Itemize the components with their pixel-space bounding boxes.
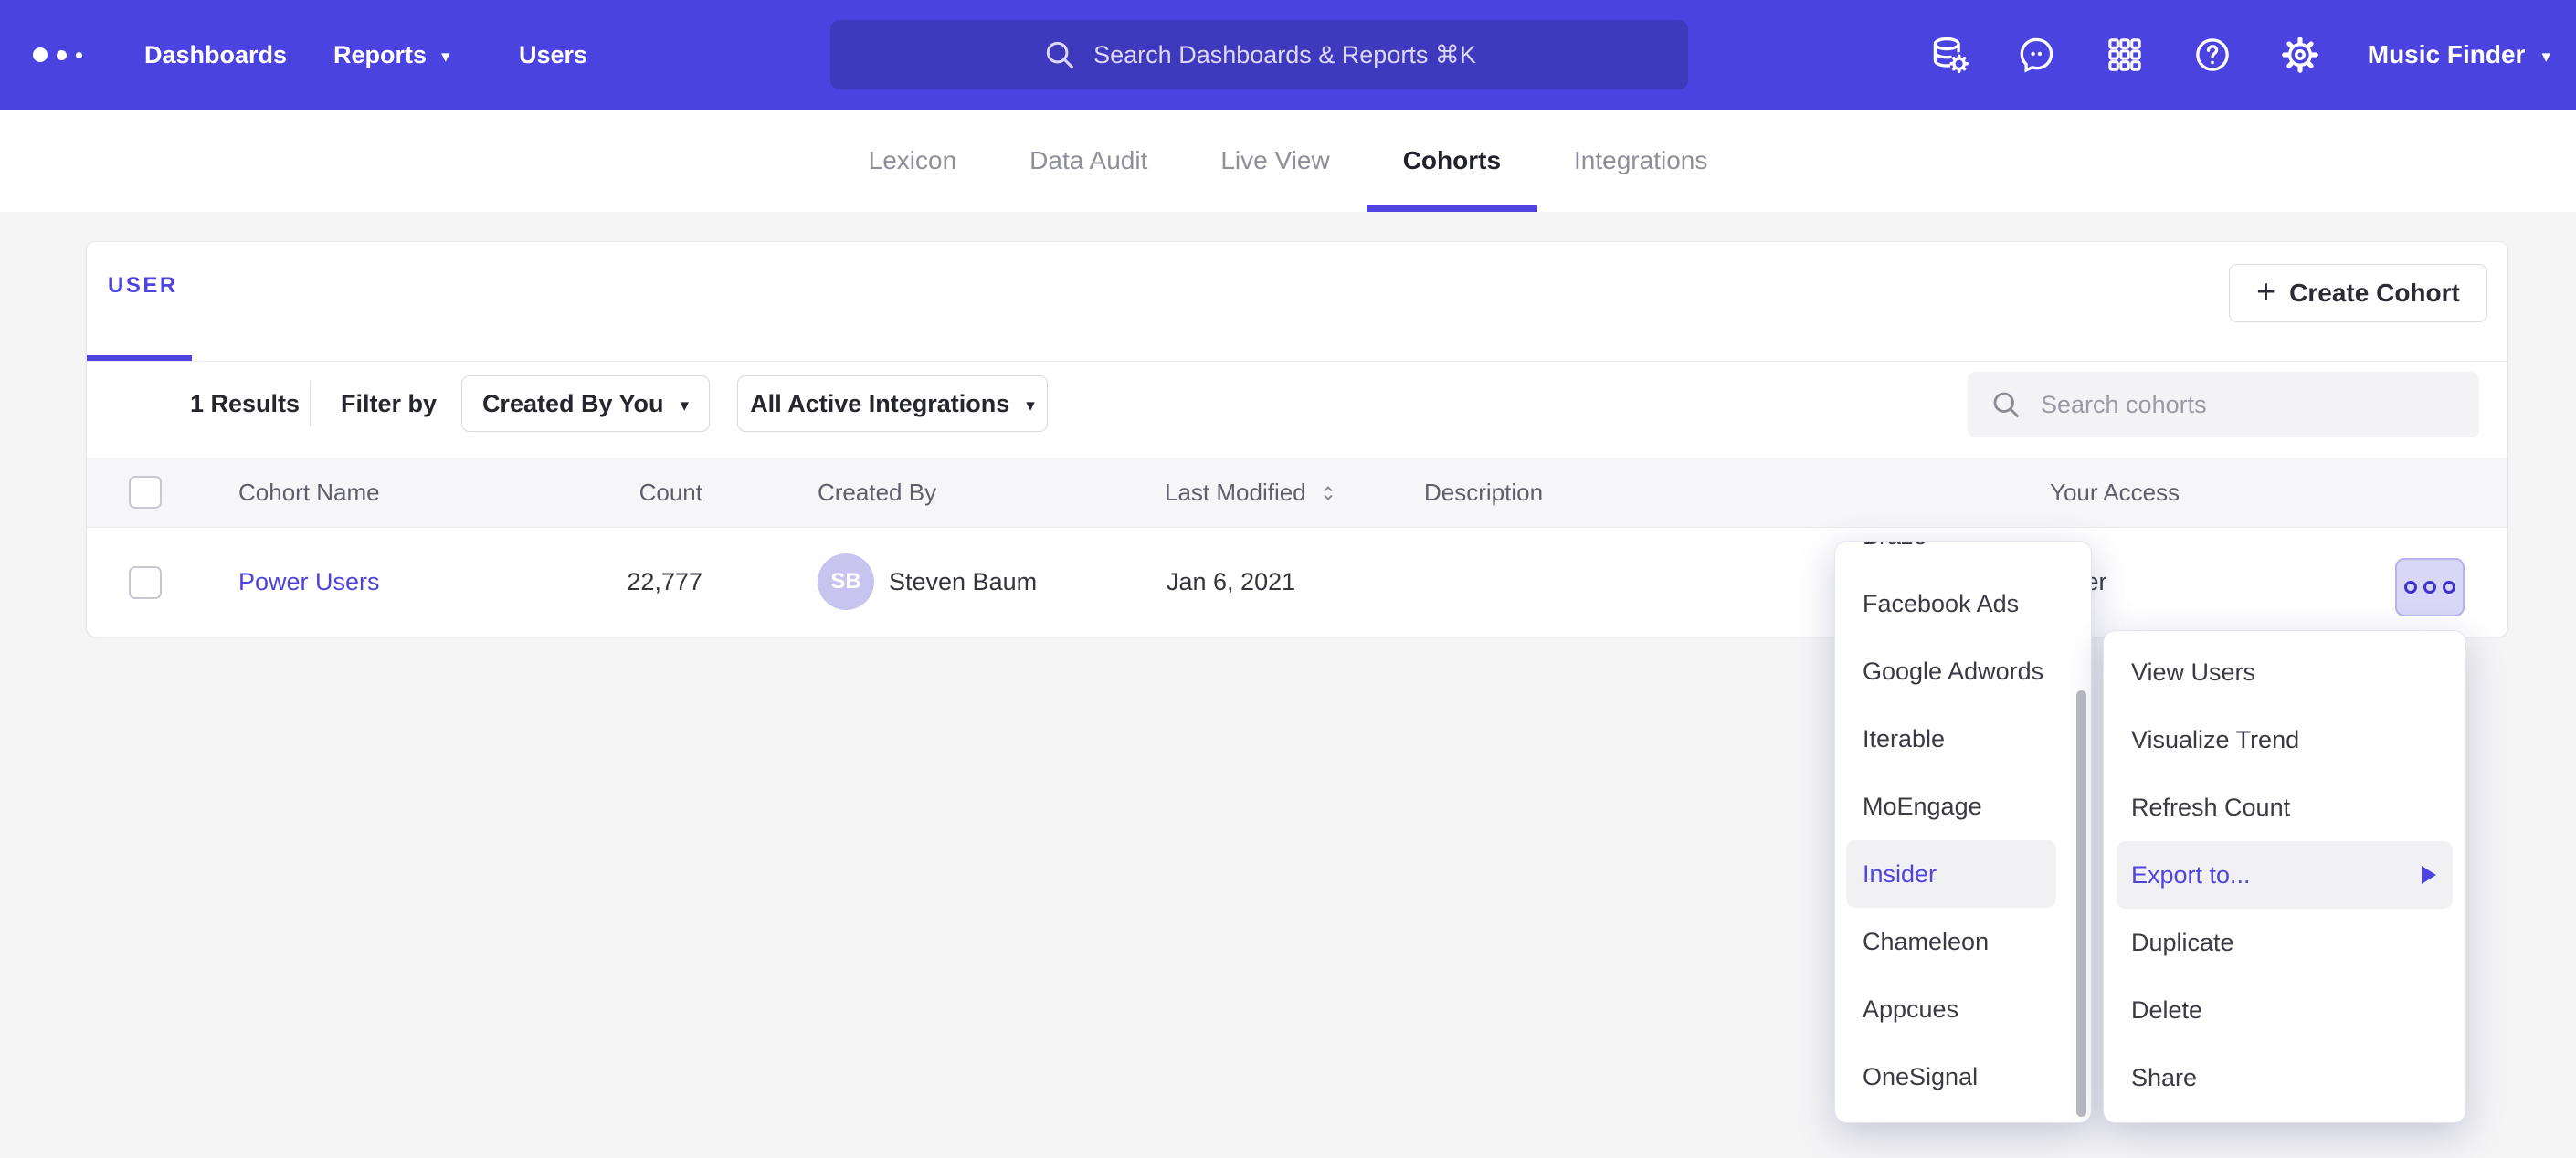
create-cohort-label: Create Cohort: [2289, 279, 2460, 308]
export-integrations-menu: Braze Facebook Ads Google Adwords Iterab…: [1834, 541, 2092, 1123]
created-by-filter-dropdown[interactable]: Created By You ▾: [461, 375, 710, 432]
nav-dashboards[interactable]: Dashboards: [144, 0, 287, 110]
account-menu[interactable]: Music Finder ▾: [2368, 40, 2550, 69]
cohort-name-link[interactable]: Power Users: [238, 528, 380, 637]
menu-item-label: Export to...: [2131, 861, 2251, 890]
logo-dot: [76, 52, 82, 58]
menu-item-chameleon[interactable]: Chameleon: [1846, 908, 2056, 975]
ellipsis-icon: [2423, 581, 2436, 594]
menu-item-visualize-trend[interactable]: Visualize Trend: [2117, 706, 2453, 774]
column-header-created-by[interactable]: Created By: [818, 458, 936, 528]
menu-item-delete[interactable]: Delete: [2117, 976, 2453, 1044]
integrations-filter-dropdown[interactable]: All Active Integrations ▾: [737, 375, 1048, 432]
menu-item-google-adwords[interactable]: Google Adwords: [1846, 637, 2056, 705]
row-checkbox[interactable]: [129, 566, 162, 599]
feedback-icon[interactable]: [2017, 35, 2057, 75]
search-icon: [1990, 388, 2022, 421]
ellipsis-icon: [2443, 581, 2455, 594]
cohort-search-input[interactable]: [2039, 390, 2457, 420]
select-all-checkbox[interactable]: [129, 476, 162, 509]
menu-item-onesignal[interactable]: OneSignal: [1846, 1043, 2056, 1111]
menu-item-iterable[interactable]: Iterable: [1846, 705, 2056, 773]
cohort-count: 22,777: [544, 528, 702, 637]
tab-data-audit[interactable]: Data Audit: [993, 110, 1184, 212]
chevron-down-icon: ▾: [1026, 397, 1035, 415]
nav-reports-label: Reports: [333, 41, 427, 69]
plus-icon: +: [2256, 275, 2275, 308]
tab-user-cohorts[interactable]: USER: [108, 273, 178, 299]
menu-item-share[interactable]: Share: [2117, 1044, 2453, 1111]
avatar: SB: [818, 553, 874, 610]
column-header-cohort-name[interactable]: Cohort Name: [238, 458, 380, 528]
nav-dashboards-label: Dashboards: [144, 41, 287, 69]
data-management-icon[interactable]: [1929, 35, 1969, 75]
tab-live-view[interactable]: Live View: [1184, 110, 1366, 212]
tab-label: Cohorts: [1403, 146, 1501, 175]
row-actions-button[interactable]: [2395, 558, 2465, 616]
chevron-down-icon: ▾: [681, 397, 690, 415]
mixpanel-logo-icon[interactable]: [33, 0, 82, 110]
table-row: Power Users 22,777 SB Steven Baum Jan 6,…: [87, 528, 2507, 637]
cohorts-card: USER + Create Cohort 1 Results Filter by…: [86, 241, 2508, 637]
global-search-bar[interactable]: Search Dashboards & Reports ⌘K: [830, 20, 1688, 89]
tab-label: Integrations: [1574, 146, 1707, 175]
apps-grid-icon[interactable]: [2105, 35, 2145, 75]
tab-lexicon[interactable]: Lexicon: [832, 110, 994, 212]
results-count: 1 Results: [190, 375, 300, 432]
nav-users-label: Users: [519, 41, 587, 69]
section-tabbar: Lexicon Data Audit Live View Cohorts Int…: [0, 110, 2576, 212]
row-context-menu: View Users Visualize Trend Refresh Count…: [2103, 630, 2466, 1123]
logo-dot: [33, 47, 48, 62]
menu-item-facebook-ads[interactable]: Facebook Ads: [1846, 570, 2056, 637]
filter-by-label: Filter by: [341, 375, 437, 432]
creator-name: Steven Baum: [889, 528, 1037, 637]
menu-item-duplicate[interactable]: Duplicate: [2117, 909, 2453, 976]
integration-list: Braze Facebook Ads Google Adwords Iterab…: [1835, 541, 2091, 1111]
menu-item-braze[interactable]: Braze: [1846, 541, 2056, 570]
submenu-arrow-icon: [2422, 866, 2436, 884]
chevron-down-icon: ▾: [441, 48, 450, 66]
help-icon[interactable]: [2192, 35, 2233, 75]
tab-label: Lexicon: [869, 146, 957, 175]
tab-label: Data Audit: [1029, 146, 1147, 175]
table-header-row: Cohort Name Count Created By Last Modifi…: [87, 458, 2507, 528]
created-by-filter-value: Created By You: [482, 390, 664, 418]
logo-dot: [57, 50, 67, 60]
column-header-label: Last Modified: [1165, 458, 1306, 528]
menu-item-export-to[interactable]: Export to...: [2117, 841, 2453, 909]
cohort-search: [1968, 372, 2479, 437]
sort-icon[interactable]: [1317, 482, 1339, 504]
menu-item-moengage[interactable]: MoEngage: [1846, 773, 2056, 840]
ellipsis-icon: [2404, 581, 2417, 594]
settings-icon[interactable]: [2280, 35, 2320, 75]
scrollbar-thumb[interactable]: [2076, 690, 2086, 1117]
column-header-count[interactable]: Count: [544, 458, 702, 528]
tab-cohorts[interactable]: Cohorts: [1367, 110, 1537, 212]
top-navigation-bar: Dashboards Reports ▾ Users Search Dashbo…: [0, 0, 2576, 110]
nav-users[interactable]: Users: [519, 0, 587, 110]
tab-label: Live View: [1220, 146, 1329, 175]
divider: [87, 361, 2507, 362]
last-modified-date: Jan 6, 2021: [1167, 528, 1295, 637]
menu-item-refresh-count[interactable]: Refresh Count: [2117, 774, 2453, 841]
tab-integrations[interactable]: Integrations: [1537, 110, 1744, 212]
column-header-description[interactable]: Description: [1424, 458, 1543, 528]
create-cohort-button[interactable]: + Create Cohort: [2229, 264, 2487, 322]
column-header-last-modified[interactable]: Last Modified: [1165, 458, 1339, 528]
column-header-your-access[interactable]: Your Access: [2050, 458, 2180, 528]
topbar-actions: Music Finder ▾: [1929, 0, 2550, 110]
menu-item-insider[interactable]: Insider: [1846, 840, 2056, 908]
divider: [310, 381, 311, 426]
menu-item-view-users[interactable]: View Users: [2117, 638, 2453, 706]
global-search-placeholder: Search Dashboards & Reports ⌘K: [1093, 41, 1476, 69]
menu-item-appcues[interactable]: Appcues: [1846, 975, 2056, 1043]
cohorts-page: Dashboards Reports ▾ Users Search Dashbo…: [0, 0, 2576, 1158]
search-icon: [1042, 37, 1077, 72]
integrations-filter-value: All Active Integrations: [750, 390, 1009, 418]
account-name: Music Finder: [2368, 40, 2526, 69]
nav-reports[interactable]: Reports ▾: [333, 0, 450, 110]
chevron-down-icon: ▾: [2541, 48, 2550, 66]
